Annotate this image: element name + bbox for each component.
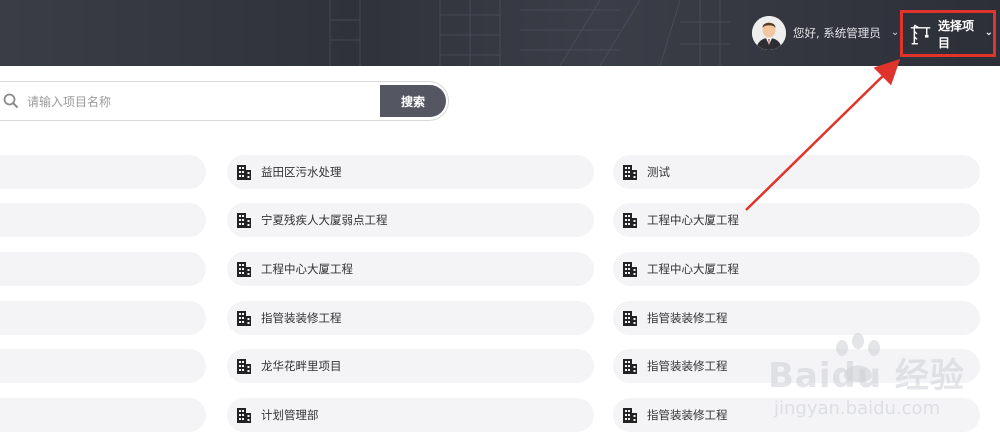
avatar: [752, 16, 786, 50]
project-item[interactable]: [0, 398, 206, 432]
project-name: 指管装装修工程: [647, 311, 728, 325]
building-icon: [621, 211, 639, 229]
project-item[interactable]: [0, 252, 206, 286]
project-item[interactable]: 工程中心大厦工程: [613, 252, 980, 286]
project-name: 指管装装修工程: [647, 408, 728, 422]
project-item[interactable]: 龙华花畔里项目: [227, 349, 594, 383]
building-icon: [235, 309, 253, 327]
project-item[interactable]: [0, 349, 206, 383]
building-icon: [235, 260, 253, 278]
project-item[interactable]: 测试: [613, 155, 980, 189]
project-item[interactable]: [0, 155, 206, 189]
project-item[interactable]: [0, 301, 206, 335]
user-greeting: 您好, 系统管理员: [793, 26, 881, 40]
project-item[interactable]: 工程中心大厦工程: [613, 203, 980, 237]
project-item[interactable]: 宁夏残疾人大厦弱点工程: [227, 203, 594, 237]
project-item[interactable]: 指管装装修工程: [613, 398, 980, 432]
project-item[interactable]: 指管装装修工程: [613, 349, 980, 383]
select-project-button[interactable]: 选择项目 ⌄: [900, 10, 996, 57]
chevron-down-icon: ⌄: [984, 27, 993, 38]
project-item[interactable]: 指管装装修工程: [227, 301, 594, 335]
project-item[interactable]: [0, 203, 206, 237]
project-name: 计划管理部: [261, 408, 319, 422]
search-button[interactable]: 搜索: [380, 85, 446, 117]
project-item[interactable]: 指管装装修工程: [613, 301, 980, 335]
tower-crane-icon: [910, 24, 931, 44]
search-icon: [3, 93, 19, 109]
project-search-input[interactable]: [25, 91, 329, 113]
project-name: 工程中心大厦工程: [261, 262, 353, 276]
project-item[interactable]: 益田区污水处理: [227, 155, 594, 189]
building-icon: [621, 406, 639, 424]
top-header: 您好, 系统管理员 ⌄ 选择项目 ⌄: [0, 0, 1000, 66]
project-name: 龙华花畔里项目: [261, 359, 342, 373]
select-project-label: 选择项目: [938, 18, 975, 50]
project-item[interactable]: 工程中心大厦工程: [227, 252, 594, 286]
building-icon: [621, 357, 639, 375]
building-icon: [235, 357, 253, 375]
project-name: 宁夏残疾人大厦弱点工程: [261, 213, 388, 227]
building-icon: [235, 163, 253, 181]
building-icon: [235, 406, 253, 424]
building-icon: [621, 260, 639, 278]
project-name: 测试: [647, 165, 670, 179]
project-item[interactable]: 计划管理部: [227, 398, 594, 432]
project-name: 工程中心大厦工程: [647, 213, 739, 227]
building-icon: [621, 163, 639, 181]
project-name: 工程中心大厦工程: [647, 262, 739, 276]
chevron-down-icon: ⌄: [890, 26, 900, 38]
project-name: 益田区污水处理: [261, 165, 342, 179]
project-name: 指管装装修工程: [261, 311, 342, 325]
project-name: 指管装装修工程: [647, 359, 728, 373]
user-menu[interactable]: 您好, 系统管理员 ⌄: [752, 13, 899, 53]
project-search-bar: 搜索: [0, 81, 449, 121]
building-icon: [235, 211, 253, 229]
building-icon: [621, 309, 639, 327]
